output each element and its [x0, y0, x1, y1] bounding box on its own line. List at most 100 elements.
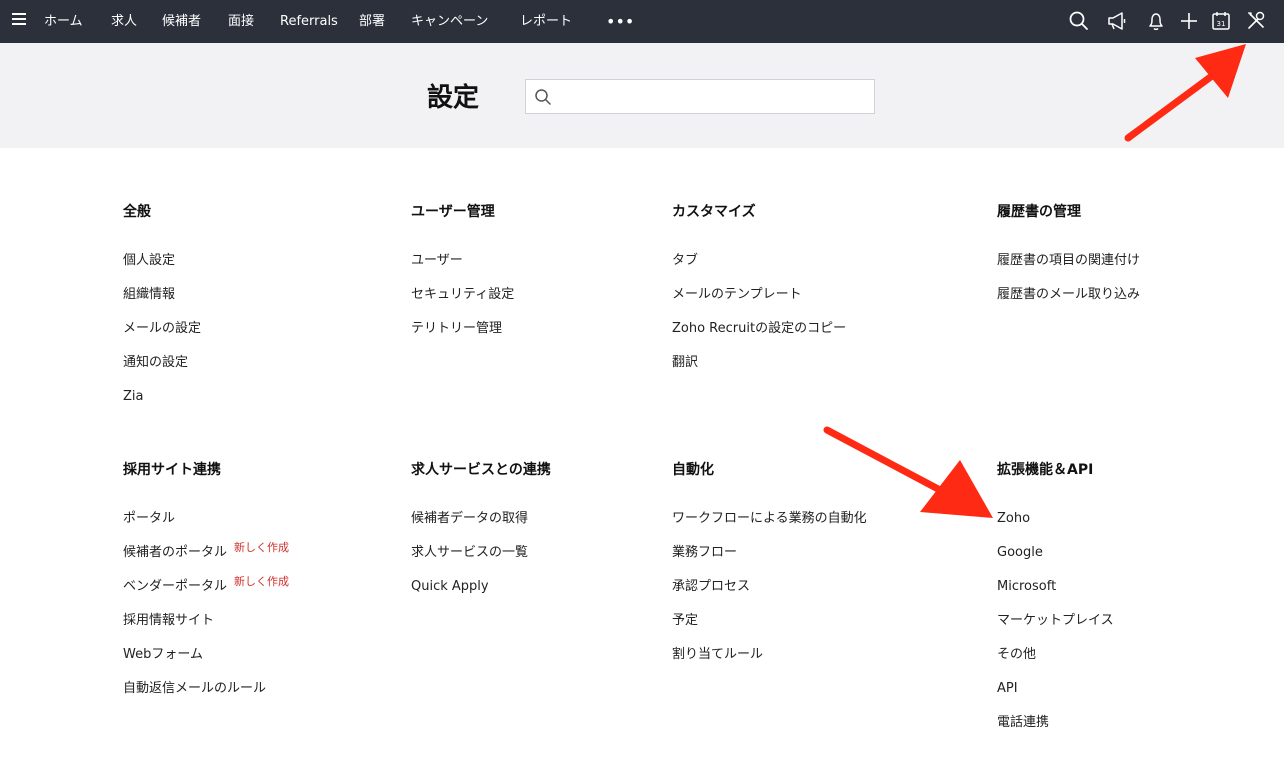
list-item: マーケットプレイス — [997, 610, 1257, 644]
list-item: セキュリティ設定 — [411, 284, 711, 318]
nav-interviews[interactable]: 面接 — [228, 0, 254, 43]
link-quick-apply[interactable]: Quick Apply — [411, 579, 489, 594]
list-item: 求人サービスの一覧 — [411, 542, 711, 576]
list-item: 予定 — [672, 610, 972, 644]
list-item: 通知の設定 — [123, 352, 423, 386]
list-item: 候補者のポータル 新しく作成 — [123, 541, 423, 576]
nav-jobs[interactable]: 求人 — [111, 0, 137, 43]
section-career-site: 採用サイト連携 ポータル 候補者のポータル 新しく作成 ベンダーポータル 新しく作成… — [123, 460, 423, 712]
menu-icon[interactable] — [12, 13, 26, 29]
link-microsoft[interactable]: Microsoft — [997, 579, 1056, 594]
section-title: ユーザー管理 — [411, 204, 495, 220]
link-security-settings[interactable]: セキュリティ設定 — [411, 287, 514, 302]
nav-reports[interactable]: レポート — [520, 0, 572, 43]
bell-icon[interactable] — [1145, 10, 1167, 32]
link-notification-settings[interactable]: 通知の設定 — [123, 355, 188, 370]
link-career-site[interactable]: 採用情報サイト — [123, 613, 214, 628]
list-item: 採用情報サイト — [123, 610, 423, 644]
list-item: ポータル — [123, 508, 423, 542]
link-web-forms[interactable]: Webフォーム — [123, 647, 203, 662]
link-workflow-rules[interactable]: ワークフローによる業務の自動化 — [672, 511, 867, 526]
settings-search-input[interactable] — [558, 84, 868, 109]
link-personal-settings[interactable]: 個人設定 — [123, 253, 175, 268]
search-icon[interactable] — [1068, 10, 1090, 32]
calendar-icon[interactable]: 31 — [1210, 10, 1232, 32]
link-others[interactable]: その他 — [997, 647, 1036, 662]
list-item: Zoho — [997, 508, 1257, 542]
link-blueprint[interactable]: 業務フロー — [672, 545, 737, 560]
link-resume-field-mapping[interactable]: 履歴書の項目の関連付け — [997, 253, 1140, 268]
link-marketplace[interactable]: マーケットプレイス — [997, 613, 1114, 628]
search-icon — [534, 88, 552, 106]
link-tabs[interactable]: タブ — [672, 253, 698, 268]
list-item: Google — [997, 542, 1257, 576]
link-telephony[interactable]: 電話連携 — [997, 715, 1049, 730]
list-item: タブ — [672, 250, 972, 284]
list-item: Microsoft — [997, 576, 1257, 610]
link-schedules[interactable]: 予定 — [672, 613, 698, 628]
link-zia[interactable]: Zia — [123, 389, 143, 404]
setup-tools-icon[interactable] — [1245, 10, 1267, 32]
list-item: Zia — [123, 386, 423, 420]
section-title: 自動化 — [672, 462, 714, 478]
page-title: 設定 — [427, 83, 480, 113]
nav-referrals[interactable]: Referrals — [280, 0, 338, 43]
link-zoho[interactable]: Zoho — [997, 511, 1030, 526]
link-copy-settings[interactable]: Zoho Recruitの設定のコピー — [672, 321, 846, 336]
link-resume-email-import[interactable]: 履歴書のメール取り込み — [997, 287, 1140, 302]
list-item: ワークフローによる業務の自動化 — [672, 508, 972, 542]
link-candidate-portal[interactable]: 候補者のポータル — [123, 545, 227, 560]
nav-campaigns[interactable]: キャンペーン — [411, 0, 488, 43]
section-title: 全般 — [123, 204, 151, 220]
link-portal[interactable]: ポータル — [123, 511, 175, 526]
link-translation[interactable]: 翻訳 — [672, 355, 698, 370]
link-api[interactable]: API — [997, 681, 1018, 696]
link-vendor-portal[interactable]: ベンダーポータル — [123, 579, 227, 594]
settings-search-box[interactable] — [525, 79, 875, 114]
link-email-templates[interactable]: メールのテンプレート — [672, 287, 802, 302]
list-item: 候補者データの取得 — [411, 508, 711, 542]
settings-header: 設定 — [0, 43, 1284, 148]
new-badge: 新しく作成 — [234, 541, 290, 554]
link-autoresponder-rules[interactable]: 自動返信メールのルール — [123, 681, 266, 696]
section-customization: カスタマイズ タブ メールのテンプレート Zoho Recruitの設定のコピー… — [672, 202, 972, 386]
section-general: 全般 個人設定 組織情報 メールの設定 通知の設定 Zia — [123, 202, 423, 420]
nav-candidates[interactable]: 候補者 — [162, 0, 201, 43]
nav-home[interactable]: ホーム — [44, 0, 83, 43]
plus-icon[interactable] — [1178, 10, 1200, 32]
link-company-details[interactable]: 組織情報 — [123, 287, 175, 302]
list-item: メールの設定 — [123, 318, 423, 352]
section-job-boards: 求人サービスとの連携 候補者データの取得 求人サービスの一覧 Quick App… — [411, 460, 711, 610]
link-approval-process[interactable]: 承認プロセス — [672, 579, 750, 594]
link-email-settings[interactable]: メールの設定 — [123, 321, 201, 336]
top-nav-bar: ホーム 求人 候補者 面接 Referrals 部署 キャンペーン レポート •… — [0, 0, 1284, 43]
section-automation: 自動化 ワークフローによる業務の自動化 業務フロー 承認プロセス 予定 割り当て… — [672, 460, 972, 678]
link-assignment-rules[interactable]: 割り当てルール — [672, 647, 763, 662]
list-item: 翻訳 — [672, 352, 972, 386]
new-badge: 新しく作成 — [234, 575, 290, 588]
nav-departments[interactable]: 部署 — [359, 0, 385, 43]
list-item: 組織情報 — [123, 284, 423, 318]
section-title: 履歴書の管理 — [997, 204, 1081, 220]
link-job-boards-list[interactable]: 求人サービスの一覧 — [411, 545, 528, 560]
list-item: メールのテンプレート — [672, 284, 972, 318]
link-google[interactable]: Google — [997, 545, 1043, 560]
list-item: 履歴書の項目の関連付け — [997, 250, 1257, 284]
link-territory-management[interactable]: テリトリー管理 — [411, 321, 502, 336]
link-users[interactable]: ユーザー — [411, 253, 463, 268]
section-title: カスタマイズ — [672, 204, 756, 220]
list-item: ユーザー — [411, 250, 711, 284]
list-item: Webフォーム — [123, 644, 423, 678]
section-title: 拡張機能＆API — [997, 462, 1094, 478]
link-candidate-data-import[interactable]: 候補者データの取得 — [411, 511, 528, 526]
section-title: 求人サービスとの連携 — [411, 462, 551, 478]
section-title: 採用サイト連携 — [123, 462, 221, 478]
list-item: ベンダーポータル 新しく作成 — [123, 575, 423, 610]
section-resume-management: 履歴書の管理 履歴書の項目の関連付け 履歴書のメール取り込み — [997, 202, 1257, 318]
more-menu-icon[interactable]: ••• — [606, 0, 634, 43]
list-item: API — [997, 678, 1257, 712]
section-extensions-api: 拡張機能＆API Zoho Google Microsoft マーケットプレイス… — [997, 460, 1257, 746]
announcement-icon[interactable] — [1106, 10, 1128, 32]
list-item: 自動返信メールのルール — [123, 678, 423, 712]
list-item: 承認プロセス — [672, 576, 972, 610]
